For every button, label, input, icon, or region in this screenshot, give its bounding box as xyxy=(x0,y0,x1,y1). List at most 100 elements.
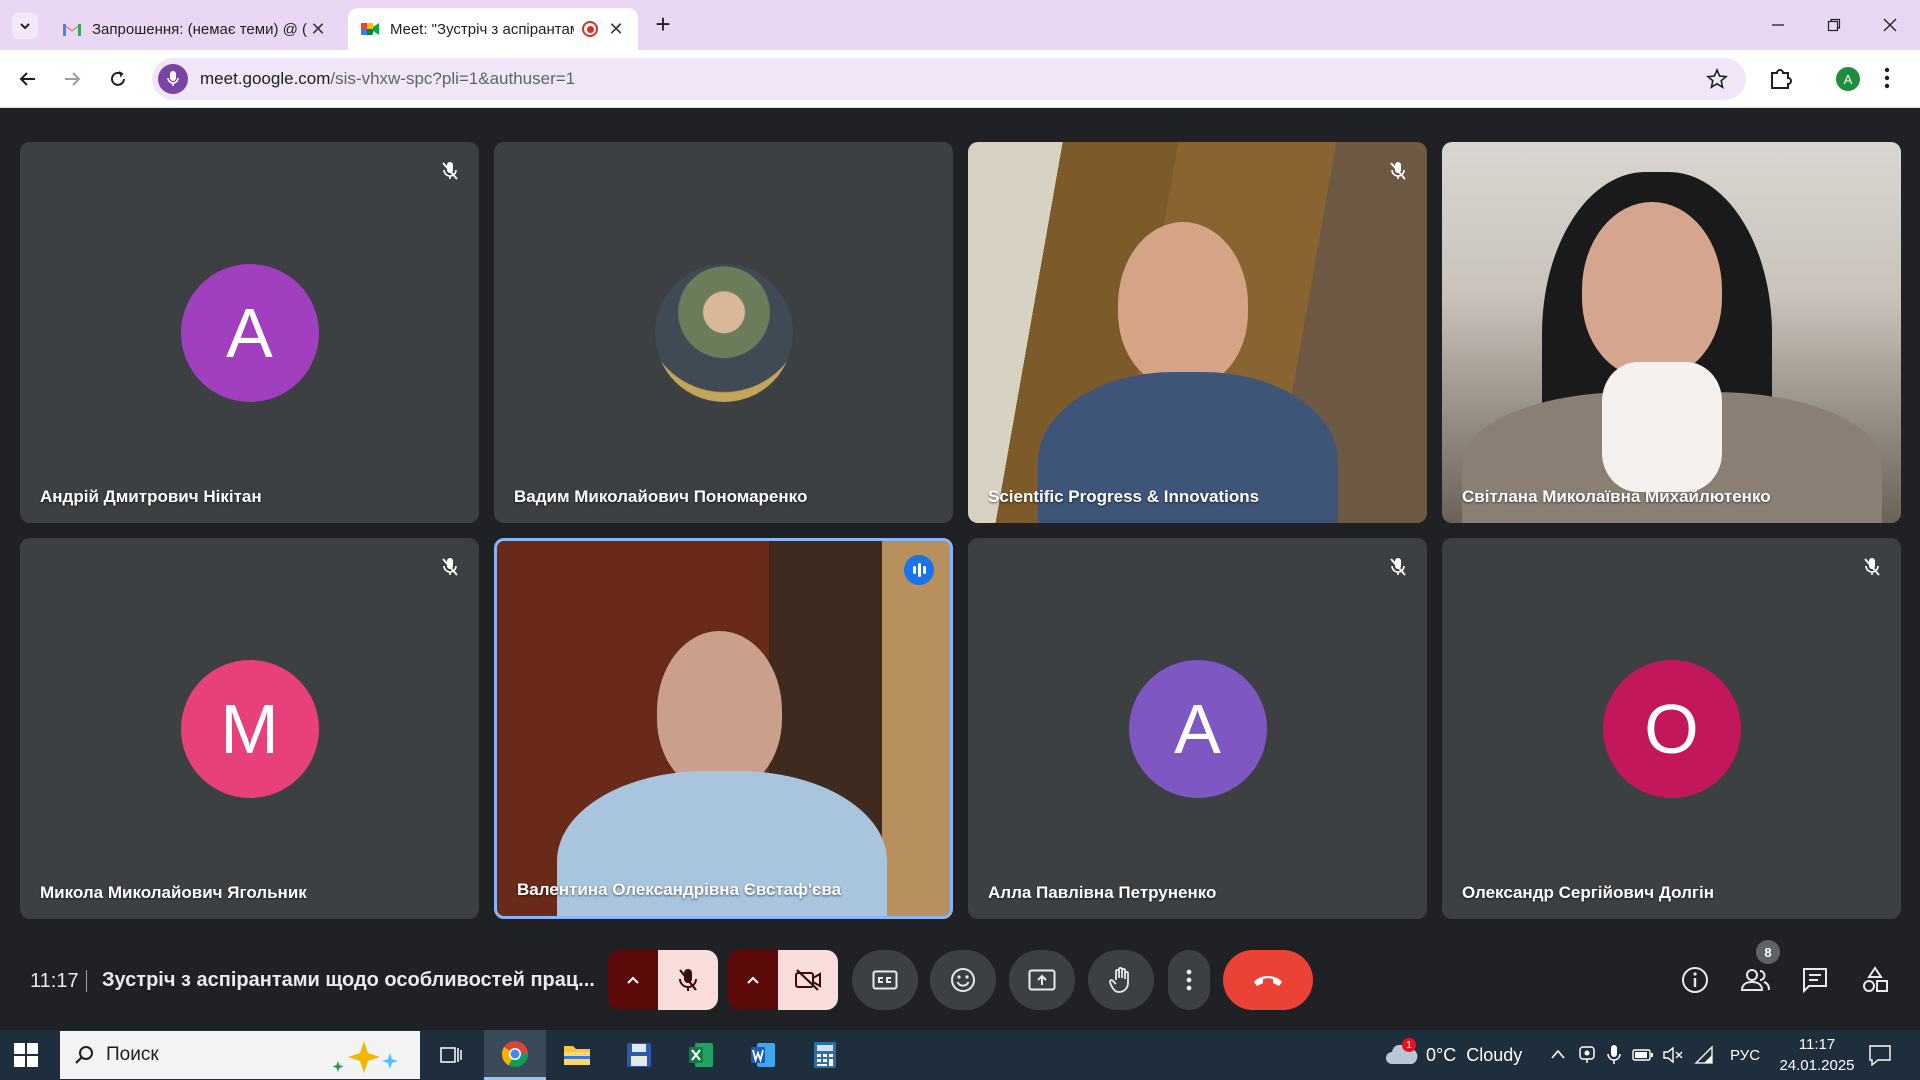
participant-video-tile-speaking[interactable]: Валентина Олександрівна Євстаф'єва xyxy=(494,538,953,919)
present-screen-icon xyxy=(1028,969,1056,991)
mic-muted-icon xyxy=(1857,552,1887,582)
tab-search-button[interactable] xyxy=(12,13,38,39)
toggle-microphone-button[interactable] xyxy=(658,950,718,1010)
toggle-camera-button[interactable] xyxy=(778,950,838,1010)
close-tab-icon[interactable]: ✕ xyxy=(308,19,328,40)
present-screen-button[interactable] xyxy=(1009,950,1075,1010)
back-button[interactable] xyxy=(14,65,42,93)
kebab-menu-icon[interactable] xyxy=(1884,67,1890,89)
close-tab-icon[interactable]: ✕ xyxy=(606,19,626,40)
taskbar-clock[interactable]: 11:17 24.01.2025 xyxy=(1772,1034,1862,1076)
participant-video xyxy=(657,631,782,791)
forward-button[interactable] xyxy=(58,65,86,93)
url-path: /sis-vhxw-spc?pli=1&authuser=1 xyxy=(330,69,576,88)
participant-name: Алла Павлівна Петруненко xyxy=(988,883,1217,902)
restore-button[interactable] xyxy=(1814,10,1854,40)
taskbar-excel[interactable] xyxy=(670,1030,732,1080)
participant-name: Андрій Дмитрович Нікітан xyxy=(40,487,262,506)
speaker-muted-icon[interactable] xyxy=(1662,1045,1684,1065)
url-text[interactable]: meet.google.com/sis-vhxw-spc?pli=1&authu… xyxy=(200,69,575,89)
chat-icon xyxy=(1803,968,1827,994)
word-icon xyxy=(751,1043,775,1067)
browser-toolbar: meet.google.com/sis-vhxw-spc?pli=1&authu… xyxy=(0,50,1920,108)
taskbar-search-box[interactable]: Поиск xyxy=(60,1031,420,1079)
arrow-right-icon xyxy=(65,72,81,86)
profile-avatar[interactable]: A xyxy=(1836,67,1860,91)
weather-alert-badge: 1 xyxy=(1402,1038,1416,1052)
participant-name: Світлана Миколаївна Михайлютенко xyxy=(1462,487,1771,506)
close-window-button[interactable] xyxy=(1870,10,1910,40)
recording-icon xyxy=(582,21,598,37)
closed-captions-icon xyxy=(872,970,898,990)
participant-name: Микола Миколайович Ягольник xyxy=(40,883,307,902)
chevron-down-icon xyxy=(20,23,30,30)
restore-icon xyxy=(1827,18,1841,32)
reload-icon xyxy=(111,71,125,86)
chevron-up-icon xyxy=(747,976,759,984)
participant-video-tile[interactable]: Scientific Progress & Innovations xyxy=(968,142,1427,523)
meeting-clock: 11:17 xyxy=(30,970,79,992)
windows-start-icon[interactable] xyxy=(14,1043,38,1067)
audio-options-button[interactable] xyxy=(608,950,658,1010)
people-button[interactable] xyxy=(1737,962,1773,998)
mic-off-icon xyxy=(679,969,697,991)
taskbar-word[interactable] xyxy=(732,1030,794,1080)
weather-widget[interactable]: 1 0°C Cloudy xyxy=(1384,1030,1522,1080)
participant-tile[interactable]: A Алла Павлівна Петруненко xyxy=(968,538,1427,919)
meeting-details-button[interactable] xyxy=(1677,962,1713,998)
reload-button[interactable] xyxy=(104,65,132,93)
meeting-title[interactable]: Зустріч з аспірантами щодо особливостей … xyxy=(102,969,595,992)
leave-call-button[interactable] xyxy=(1223,950,1313,1010)
more-options-button[interactable] xyxy=(1168,950,1210,1010)
tab-title: Запрошення: (немає теми) @ ( xyxy=(92,20,307,38)
reactions-button[interactable] xyxy=(930,950,996,1010)
participant-count-badge: 8 xyxy=(1756,940,1780,964)
battery-icon[interactable] xyxy=(1632,1048,1654,1062)
chat-button[interactable] xyxy=(1797,962,1833,998)
calculator-icon xyxy=(814,1042,836,1068)
microphone-in-use-icon[interactable] xyxy=(158,64,188,94)
extensions-puzzle-icon[interactable] xyxy=(1768,65,1794,91)
browser-tab-meet[interactable]: Meet: "Зустріч з аспірантами ✕ xyxy=(348,8,638,50)
participant-tile[interactable]: A Андрій Дмитрович Нікітан xyxy=(20,142,479,523)
captions-button[interactable] xyxy=(852,950,918,1010)
participant-tile[interactable]: Вадим Миколайович Пономаренко xyxy=(494,142,953,523)
taskbar-calculator[interactable] xyxy=(794,1030,856,1080)
chevron-up-icon[interactable] xyxy=(1550,1048,1566,1060)
bookmark-star-icon[interactable] xyxy=(1706,68,1728,90)
taskbar-file-explorer[interactable] xyxy=(546,1030,608,1080)
address-bar[interactable]: meet.google.com/sis-vhxw-spc?pli=1&authu… xyxy=(152,58,1746,100)
wifi-icon[interactable] xyxy=(1692,1045,1714,1065)
people-icon xyxy=(1740,969,1770,991)
url-host: meet.google.com xyxy=(200,69,331,88)
input-language[interactable]: РУС xyxy=(1730,1030,1760,1080)
avatar: A xyxy=(180,263,319,402)
avatar: O xyxy=(1602,659,1741,798)
video-options-button[interactable] xyxy=(728,950,778,1010)
close-icon xyxy=(1883,18,1897,32)
notifications-icon[interactable] xyxy=(1868,1044,1892,1066)
participant-video-collar xyxy=(1602,362,1722,492)
new-tab-button[interactable]: + xyxy=(650,11,676,38)
hang-up-icon xyxy=(1254,976,1282,986)
task-view-button[interactable] xyxy=(420,1030,482,1080)
chevron-up-icon xyxy=(627,976,639,984)
taskbar-save-app[interactable] xyxy=(608,1030,670,1080)
participant-tile[interactable]: O Олександр Сергійович Долгін xyxy=(1442,538,1901,919)
raise-hand-button[interactable] xyxy=(1088,950,1154,1010)
tab-title: Meet: "Зустріч з аспірантами xyxy=(390,20,574,38)
mic-muted-icon xyxy=(435,156,465,186)
participant-tile[interactable]: M Микола Миколайович Ягольник xyxy=(20,538,479,919)
webcam-in-use-icon[interactable] xyxy=(1578,1045,1596,1065)
raise-hand-icon xyxy=(1109,967,1129,993)
avatar: A xyxy=(1128,659,1267,798)
participant-name: Олександр Сергійович Долгін xyxy=(1462,883,1714,902)
browser-tab-strip: Запрошення: (немає теми) @ ( ✕ Meet: "Зу… xyxy=(0,0,1920,50)
microphone-icon[interactable] xyxy=(1606,1044,1622,1066)
participant-video-tile[interactable]: Світлана Миколаївна Михайлютенко xyxy=(1442,142,1901,523)
avatar xyxy=(654,263,793,402)
browser-tab-gmail[interactable]: Запрошення: (немає теми) @ ( ✕ xyxy=(50,8,340,50)
taskbar-chrome[interactable] xyxy=(484,1030,546,1080)
activities-button[interactable] xyxy=(1857,962,1893,998)
minimize-button[interactable] xyxy=(1758,10,1798,40)
